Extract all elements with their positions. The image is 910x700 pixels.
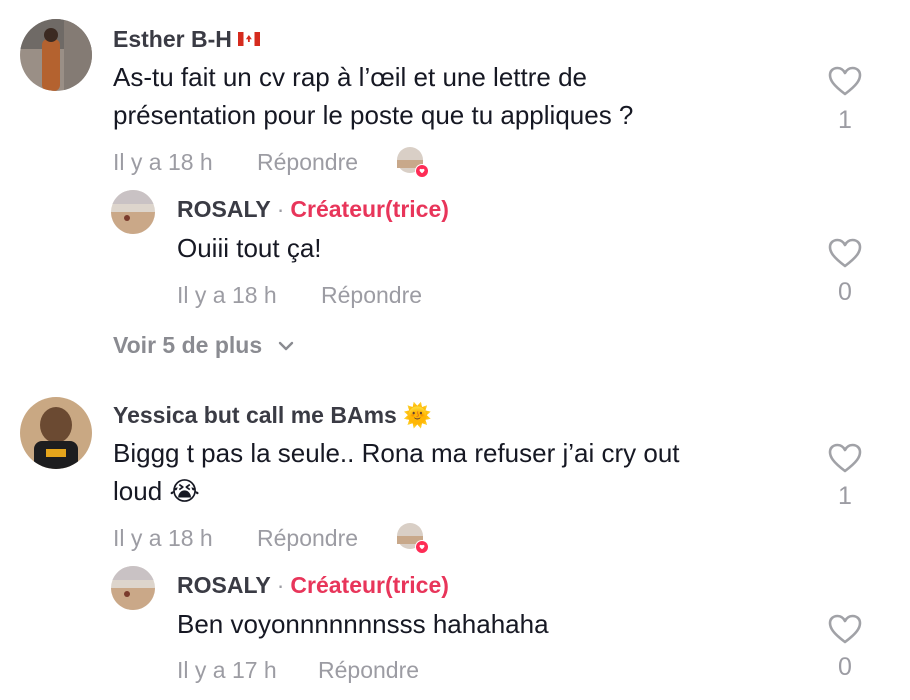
canada-flag-icon (237, 32, 260, 46)
like-heart-icon[interactable] (828, 66, 862, 96)
reply-timestamp: Il y a 17 h (177, 657, 277, 683)
comment-timestamp: Il y a 18 h (113, 149, 213, 175)
reply-button[interactable]: Répondre (257, 149, 358, 176)
reply-text: Ouiii tout ça! (177, 233, 322, 263)
reply-button[interactable]: Répondre (318, 657, 419, 684)
avatar[interactable] (20, 397, 92, 469)
comment-text: Biggg t pas la seule.. Rona ma refuser j… (113, 438, 680, 506)
reply-text: Ben voyonnnnnnnsss hahahaha (177, 609, 549, 639)
like-heart-icon[interactable] (828, 238, 862, 268)
chevron-down-icon (278, 341, 293, 351)
comment-text: As-tu fait un cv rap à l’œil et une lett… (113, 62, 634, 130)
reply-timestamp: Il y a 18 h (177, 282, 277, 308)
like-count: 1 (838, 482, 852, 510)
avatar[interactable] (111, 190, 155, 234)
creator-badge: Créateur(trice) (290, 572, 449, 598)
comment-author[interactable]: Yessica but call me BAms 🌞 (113, 402, 432, 429)
comment-timestamp: Il y a 18 h (113, 525, 213, 551)
reply-author[interactable]: ROSALY · Créateur(trice) (177, 196, 449, 223)
reply-button[interactable]: Répondre (321, 282, 422, 309)
sun-emoji-icon: 🌞 (403, 402, 432, 428)
avatar[interactable] (20, 19, 92, 91)
creator-liked-avatar (396, 146, 429, 178)
like-heart-icon[interactable] (828, 614, 862, 644)
creator-liked-avatar (396, 522, 429, 554)
like-heart-icon[interactable] (828, 443, 862, 473)
reply-button[interactable]: Répondre (257, 525, 358, 552)
like-count: 1 (838, 106, 852, 134)
creator-badge: Créateur(trice) (290, 196, 449, 222)
view-more-replies-button[interactable]: Voir 5 de plus (113, 332, 295, 359)
comment-author[interactable]: Esther B-H (113, 26, 260, 53)
avatar[interactable] (111, 566, 155, 610)
like-count: 0 (838, 653, 852, 681)
like-count: 0 (838, 278, 852, 306)
reply-author[interactable]: ROSALY · Créateur(trice) (177, 572, 449, 599)
